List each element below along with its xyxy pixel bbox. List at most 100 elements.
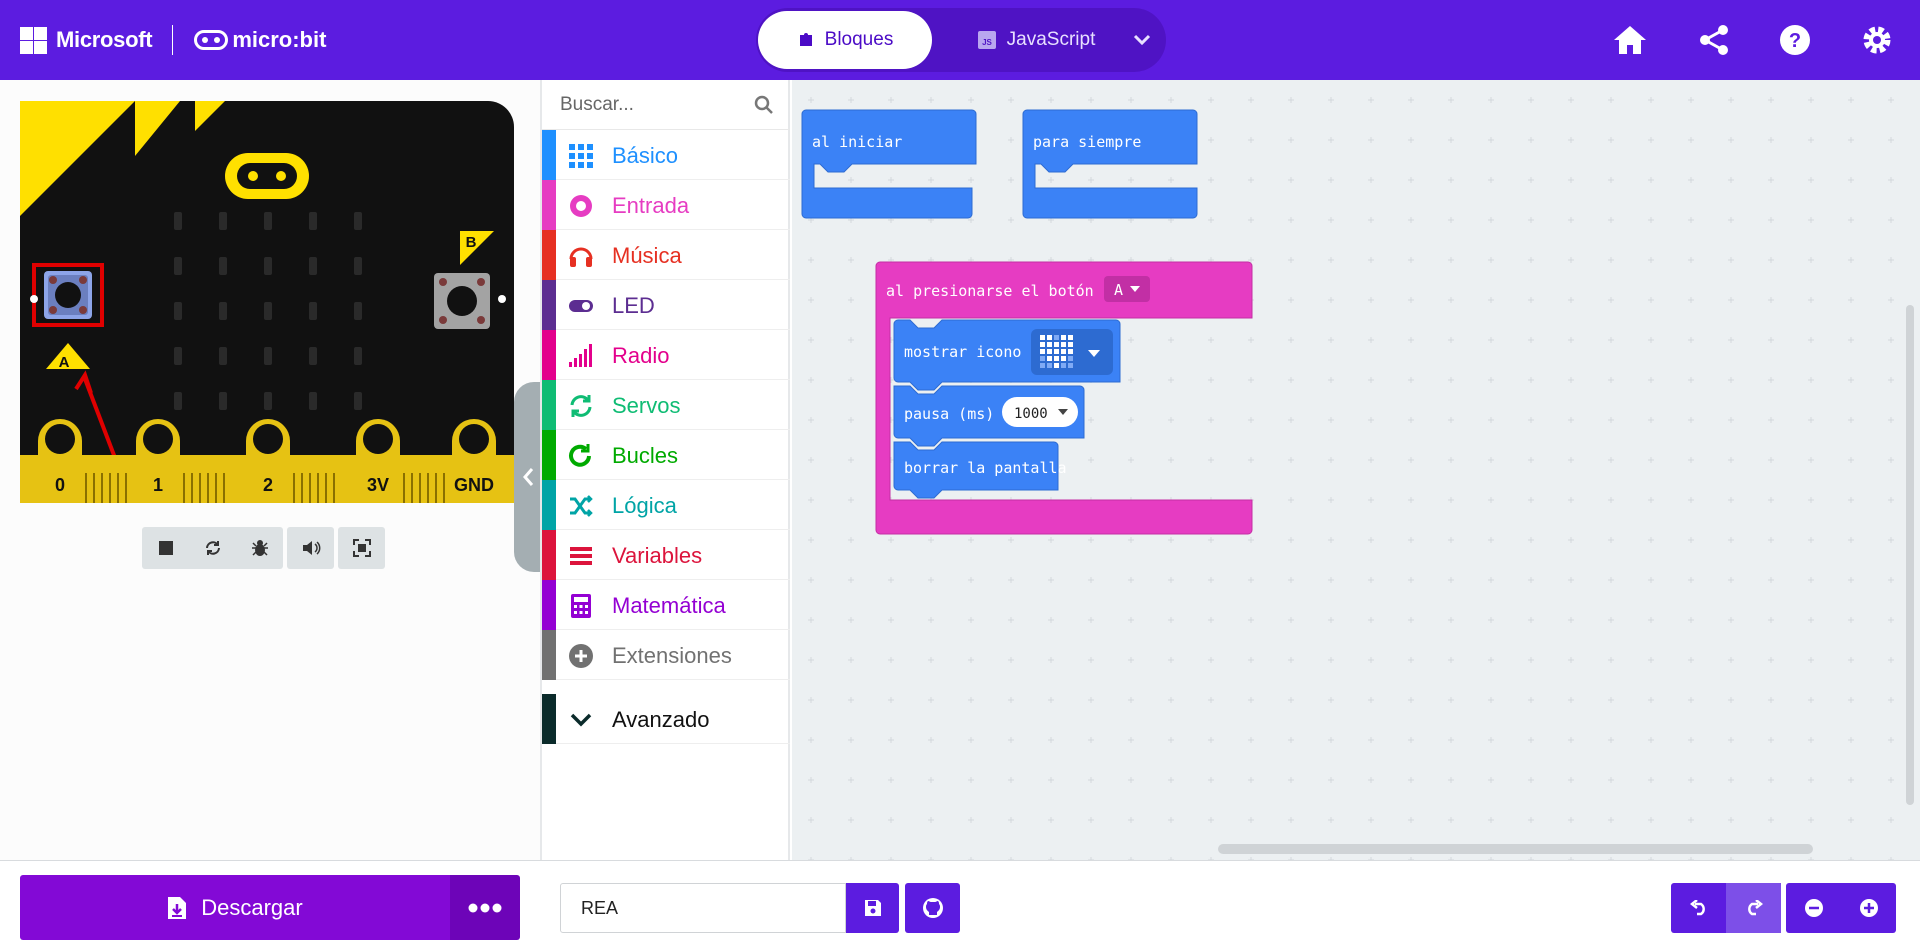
shuffle-icon [570,495,593,517]
js-icon: JS [977,31,996,49]
restart-button[interactable] [189,527,236,569]
collapse-simulator-button[interactable] [514,382,542,572]
search-icon [754,95,773,114]
blocks-workspace[interactable]: al iniciar para siempre al presionarse e… [792,80,1920,860]
tab-javascript-label: JavaScript [1006,29,1096,50]
download-more-button[interactable] [450,875,520,940]
zoom-group [1786,883,1896,933]
button-a-label: A [59,354,70,371]
calculator-icon [571,594,591,618]
redo-button[interactable] [1726,883,1781,933]
category-label: Música [612,243,682,268]
show-icon-label: mostrar icono [904,343,1021,361]
target-icon [570,195,592,217]
button-b[interactable] [434,273,490,329]
pin-label: GND [454,475,494,495]
category-led[interactable]: LED [542,280,790,330]
github-icon [922,898,943,918]
on-start-block[interactable]: al iniciar [801,109,977,219]
headphones-icon [569,247,593,267]
more-icon [468,903,502,912]
microbit-simulator[interactable]: A B 0 1 2 3V GND [20,101,514,503]
clear-screen-block[interactable]: borrar la pantalla [893,441,1067,499]
zoom-in-button[interactable] [1841,883,1896,933]
mute-button[interactable] [287,527,334,569]
top-bar: Microsoft micro:bit Bloques JS JavaScrip… [0,0,1920,80]
language-dropdown[interactable] [1122,11,1162,69]
puzzle-icon [799,33,812,46]
fullscreen-icon [352,539,371,557]
workspace-horizontal-scrollbar[interactable] [1218,844,1813,854]
category-input[interactable]: Entrada [542,180,790,230]
tab-blocks[interactable]: Bloques [758,11,932,69]
pause-label: pausa (ms) [904,405,994,423]
plus-circle-icon [569,644,593,668]
category-label: Bucles [612,443,679,468]
zoom-out-button[interactable] [1786,883,1841,933]
forever-block[interactable]: para siempre [1022,109,1198,219]
search-input[interactable] [560,92,750,118]
pin-label: 2 [263,475,273,495]
simulator-controls [142,527,385,569]
save-button[interactable] [846,883,899,933]
debug-icon [251,540,268,556]
github-button[interactable] [905,883,960,933]
download-button[interactable]: Descargar [20,875,450,940]
tab-javascript[interactable]: JS JavaScript [956,11,1116,69]
share-button[interactable] [1694,20,1734,60]
help-button[interactable]: ? [1775,20,1815,60]
category-label: Entrada [612,193,690,218]
save-icon [864,900,881,916]
category-label: Avanzado [612,707,710,732]
signal-icon [569,344,592,367]
zoom-out-icon [1804,899,1823,917]
loop-icon [569,444,591,467]
settings-icon [1863,26,1891,54]
category-variables[interactable]: Variables [542,530,790,580]
svg-text:?: ? [1789,30,1801,52]
grid-icon [569,144,593,168]
debug-button[interactable] [236,527,283,569]
category-loops[interactable]: Bucles [542,430,790,480]
category-label: Matemática [612,593,726,618]
button-select-value: A [1114,281,1123,299]
pin-label: 1 [153,475,163,495]
category-label: Radio [612,343,670,368]
category-radio[interactable]: Radio [542,330,790,380]
chevron-left-icon [523,468,534,486]
button-a[interactable] [32,263,104,327]
redo-icon [1747,900,1763,916]
fullscreen-button[interactable] [338,527,385,569]
workspace-vertical-scrollbar[interactable] [1906,305,1914,805]
home-button[interactable] [1610,20,1650,60]
stop-button[interactable] [142,527,189,569]
microbit-logo-icon [194,30,229,50]
category-basic[interactable]: Básico [542,130,790,180]
microsoft-logo-icon [20,26,47,54]
brand-logo[interactable]: Microsoft micro:bit [20,22,326,58]
project-name-input[interactable] [560,883,846,933]
category-extensions[interactable]: Extensiones [542,630,790,680]
heart-icon [1040,335,1073,368]
category-logic[interactable]: Lógica [542,480,790,530]
category-advanced[interactable]: Avanzado [542,694,790,744]
clear-screen-label: borrar la pantalla [904,459,1067,477]
editor-mode-switch: Bloques JS JavaScript [756,8,1166,72]
pin-label: 3V [367,475,389,495]
refresh-icon [570,395,592,417]
undo-button[interactable] [1671,883,1726,933]
show-icon-block[interactable]: mostrar icono [893,319,1121,391]
category-math[interactable]: Matemática [542,580,790,630]
category-servos[interactable]: Servos [542,380,790,430]
on-start-label: al iniciar [812,133,902,151]
restart-icon [205,541,220,555]
category-label: Variables [612,543,703,568]
download-label: Descargar [201,894,303,920]
sound-icon [302,541,320,555]
home-icon [1614,26,1646,54]
category-music[interactable]: Música [542,230,790,280]
undo-icon [1689,900,1705,916]
pause-block[interactable]: pausa (ms) 1000 [893,385,1085,447]
settings-button[interactable] [1857,20,1897,60]
button-select[interactable] [1104,276,1150,302]
